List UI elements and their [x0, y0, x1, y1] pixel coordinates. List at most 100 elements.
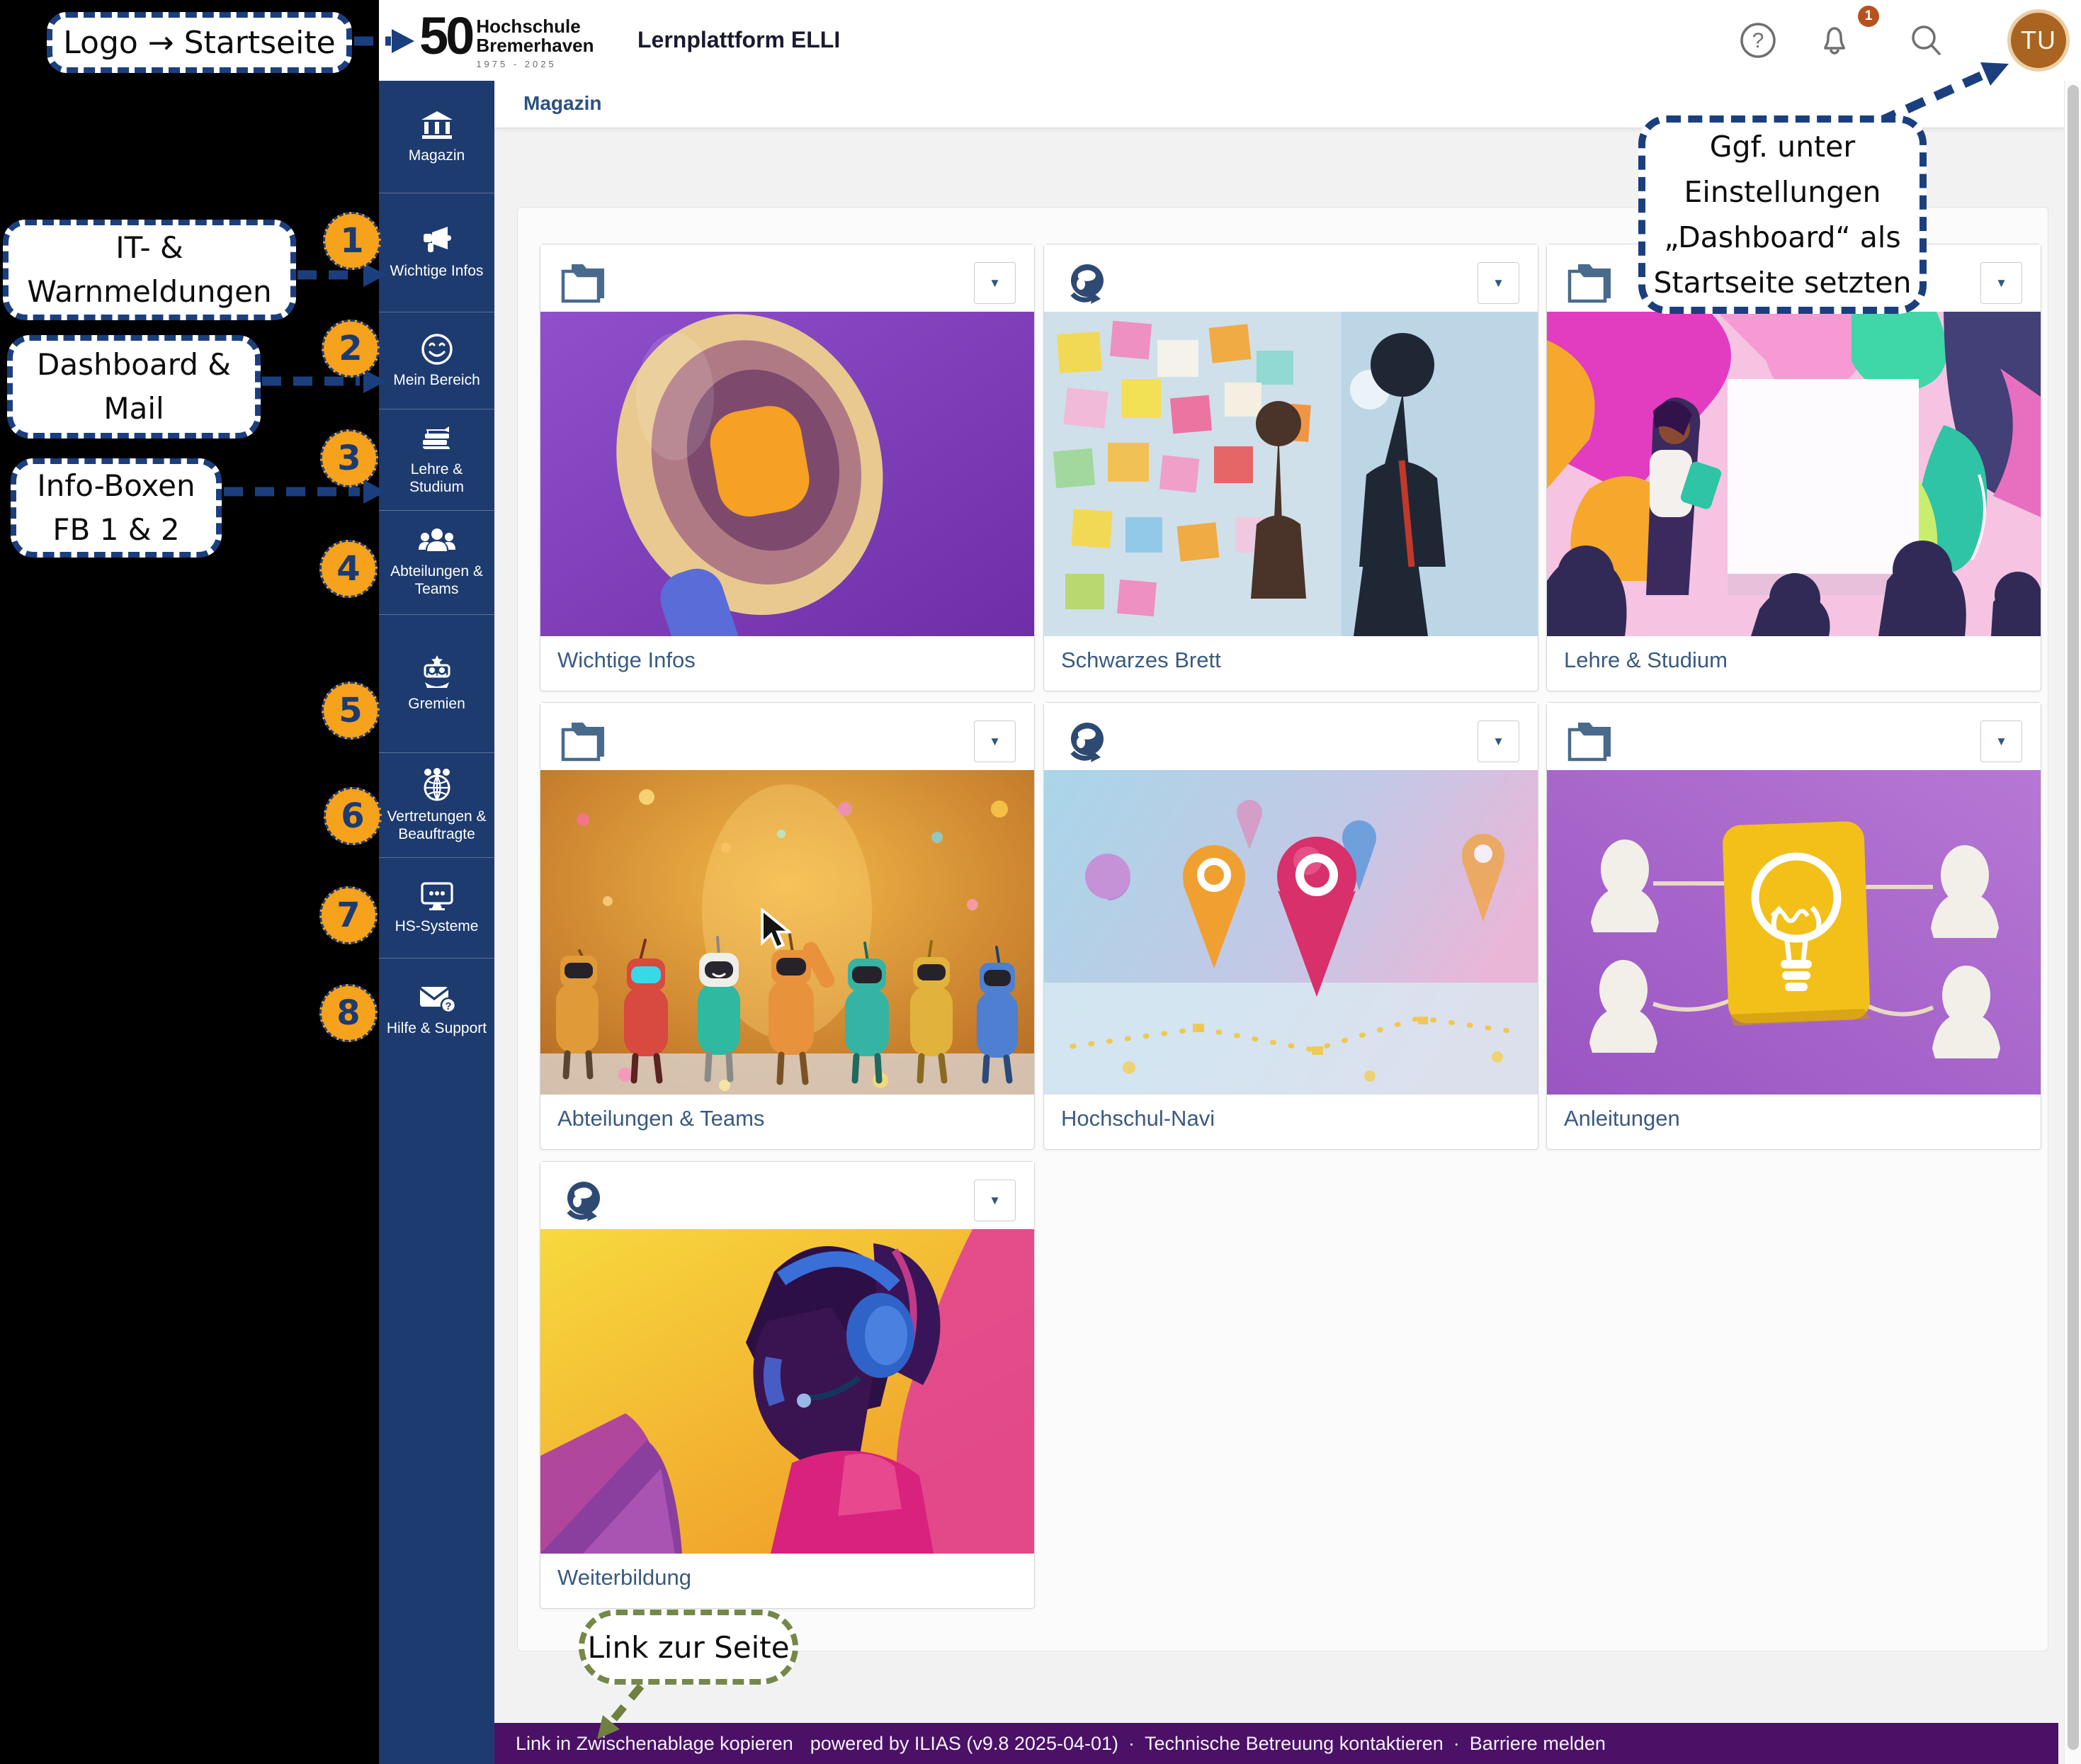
card-image-map-pins[interactable]	[1044, 770, 1538, 1095]
footer-bar: Link in Zwischenablage kopieren powered …	[494, 1723, 2058, 1764]
notifications-bell-icon[interactable]	[1815, 21, 1854, 60]
chevron-down-icon: ▼	[1492, 735, 1504, 749]
callout-logo-startseite: Logo → Startseite	[47, 12, 352, 73]
page-title: Lernplattform ELLI	[637, 27, 840, 53]
card-title-link[interactable]: Lehre & Studium	[1564, 648, 1728, 673]
card-actions-dropdown[interactable]: ▼	[974, 1180, 1016, 1221]
smiley-icon	[421, 333, 453, 366]
chevron-down-icon: ▼	[989, 735, 1001, 749]
sidebar-item-lehre-studium[interactable]: Lehre & Studium	[379, 409, 494, 510]
card-hochschul-navi: ▼ Hochschul-Navi	[1043, 702, 1538, 1150]
sidebar-item-magazin[interactable]: Magazin	[379, 81, 494, 193]
folder-icon	[1567, 263, 1612, 307]
marker-4: 4	[319, 540, 378, 598]
sidebar-item-wichtige-infos[interactable]: Wichtige Infos	[379, 193, 494, 312]
mouse-cursor	[760, 908, 791, 954]
marker-5: 5	[322, 682, 380, 740]
footer-accessibility-link[interactable]: Barriere melden	[1470, 1733, 1606, 1755]
logo-line2: Bremerhaven	[476, 36, 594, 55]
bank-icon	[420, 110, 454, 141]
megaphone-icon	[419, 225, 455, 256]
user-avatar[interactable]: TU	[2007, 9, 2070, 72]
card-title-link[interactable]: Hochschul-Navi	[1061, 1106, 1215, 1131]
marker-6: 6	[324, 787, 382, 845]
svg-text:?: ?	[1752, 29, 1764, 52]
sidebar-item-label: HS-Systeme	[392, 917, 482, 935]
callout-link-zur-seite: Link zur Seite	[579, 1610, 798, 1685]
monitor-icon	[419, 881, 455, 912]
university-logo[interactable]: 50 Hochschule Bremerhaven 1975 - 2025	[419, 6, 594, 69]
logo-line1: Hochschule	[476, 17, 594, 36]
help-icon[interactable]: ?	[1739, 21, 1777, 60]
logo-50: 50	[419, 6, 472, 67]
card-title-link[interactable]: Abteilungen & Teams	[557, 1106, 764, 1131]
weblink-icon	[1064, 263, 1109, 312]
sidebar-item-label: Abteilungen & Teams	[379, 562, 494, 598]
card-actions-dropdown[interactable]: ▼	[974, 720, 1016, 762]
globe-people-icon	[419, 768, 455, 802]
chevron-down-icon: ▼	[989, 1194, 1001, 1208]
card-actions-dropdown[interactable]: ▼	[1478, 720, 1519, 762]
card-image-sticky-notes[interactable]	[1044, 312, 1538, 636]
logo-years: 1975 - 2025	[476, 59, 594, 69]
card-actions-dropdown[interactable]: ▼	[1478, 262, 1519, 304]
footer-copy-link[interactable]: Link in Zwischenablage kopieren	[516, 1733, 793, 1755]
sidebar-item-mein-bereich[interactable]: Mein Bereich	[379, 312, 494, 409]
footer-separator: ·	[1128, 1733, 1135, 1755]
card-title-link[interactable]: Anleitungen	[1564, 1106, 1680, 1131]
scrollbar-thumb[interactable]	[2068, 85, 2079, 1750]
sidebar-item-hs-systeme[interactable]: HS-Systeme	[379, 857, 494, 958]
card-image-megaphone[interactable]	[540, 312, 1034, 636]
sidebar-item-hilfe-support[interactable]: ? Hilfe & Support	[379, 958, 494, 1061]
callout-dashboard-startseite: Ggf. unter Einstellungen „Dashboard“ als…	[1638, 115, 1927, 314]
mail-help-icon: ?	[419, 983, 455, 1014]
notification-badge: 1	[1858, 6, 1879, 27]
sidebar-item-label: Vertretungen & Beauftragte	[379, 808, 494, 843]
folder-icon	[1567, 721, 1612, 766]
card-image-headset-learner[interactable]	[540, 1229, 1034, 1554]
sidebar-item-vertretungen[interactable]: Vertretungen & Beauftragte	[379, 752, 494, 857]
sidebar-item-abteilungen-teams[interactable]: Abteilungen & Teams	[379, 510, 494, 614]
search-icon[interactable]	[1907, 21, 1945, 60]
footer-powered-by[interactable]: powered by ILIAS (v9.8 2025-04-01)	[810, 1733, 1118, 1755]
card-weiterbildung: ▼ Wei	[540, 1161, 1035, 1609]
sidebar-item-gremien[interactable]: Gremien	[379, 614, 494, 752]
card-title-link[interactable]: Schwarzes Brett	[1061, 648, 1221, 673]
card-actions-dropdown[interactable]: ▼	[974, 262, 1016, 304]
marker-8: 8	[319, 984, 378, 1042]
folder-icon	[560, 721, 606, 766]
sidebar-item-label: Lehre & Studium	[379, 460, 494, 496]
sidebar-item-label: Mein Bereich	[390, 371, 483, 389]
footer-support-link[interactable]: Technische Betreuung kontaktieren	[1145, 1733, 1444, 1755]
card-title-link[interactable]: Weiterbildung	[557, 1565, 691, 1590]
callout-it-warnmeldungen: IT- & Warnmeldungen	[3, 220, 296, 320]
sidebar-item-label: Magazin	[406, 147, 467, 164]
footer-separator: ·	[1453, 1733, 1460, 1755]
sidebar-item-label: Gremien	[405, 695, 468, 713]
main-sidebar: Magazin Wichtige Infos Mein Bereich Lehr…	[379, 81, 494, 1764]
card-wichtige-infos: ▼ Wichtige Infos	[540, 244, 1035, 691]
card-anleitungen: ▼ Anleitungen	[1546, 702, 2041, 1150]
card-schwarzes-brett: ▼	[1043, 244, 1538, 691]
chevron-down-icon: ▼	[1995, 276, 2007, 290]
folder-icon	[560, 263, 606, 307]
education-icon	[419, 424, 455, 455]
sidebar-item-label: Hilfe & Support	[384, 1019, 489, 1037]
callout-dashboard-mail: Dashboard & Mail	[7, 335, 261, 439]
chevron-down-icon: ▼	[989, 276, 1001, 290]
people-icon	[419, 527, 455, 557]
weblink-icon	[560, 1180, 606, 1229]
card-actions-dropdown[interactable]: ▼	[1980, 262, 2022, 304]
card-image-presentation[interactable]	[1547, 312, 2041, 636]
card-actions-dropdown[interactable]: ▼	[1980, 720, 2022, 762]
chevron-down-icon: ▼	[1492, 276, 1504, 290]
card-image-lightbulb-network[interactable]	[1547, 770, 2041, 1095]
top-bar: 50 Hochschule Bremerhaven 1975 - 2025 Le…	[379, 0, 2081, 81]
breadcrumb[interactable]: Magazin	[523, 92, 601, 115]
svg-text:?: ?	[445, 1000, 451, 1012]
marker-3: 3	[320, 429, 378, 487]
card-title-link[interactable]: Wichtige Infos	[557, 648, 696, 673]
chevron-down-icon: ▼	[1995, 735, 2007, 749]
marker-7: 7	[319, 886, 378, 944]
scrollbar-track[interactable]	[2064, 81, 2081, 1764]
